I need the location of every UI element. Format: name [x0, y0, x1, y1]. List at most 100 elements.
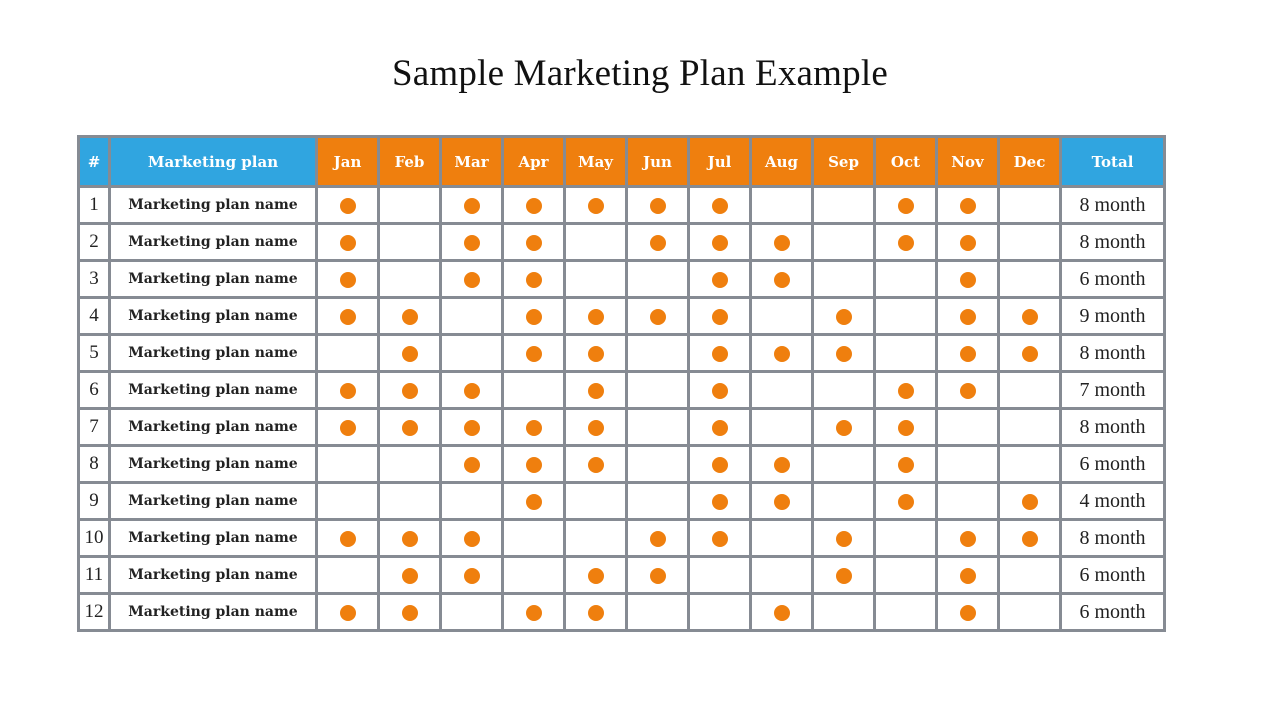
month-cell-may — [563, 296, 628, 336]
month-cell-may — [563, 444, 628, 484]
month-cell-may — [563, 333, 628, 373]
row-number: 2 — [77, 222, 111, 262]
month-cell-jan — [315, 222, 380, 262]
month-cell-feb — [377, 333, 442, 373]
active-dot-icon — [587, 346, 604, 362]
active-dot-icon — [897, 420, 914, 436]
month-cell-aug — [749, 222, 814, 262]
active-dot-icon — [463, 420, 480, 436]
active-dot-icon — [959, 198, 976, 214]
month-cell-jan — [315, 592, 380, 632]
month-cell-may — [563, 407, 628, 447]
month-cell-nov — [935, 333, 1000, 373]
active-dot-icon — [711, 494, 728, 510]
month-cell-jun — [625, 333, 690, 373]
active-dot-icon — [835, 309, 852, 325]
month-cell-feb — [377, 296, 442, 336]
month-cell-jun — [625, 185, 690, 225]
active-dot-icon — [339, 531, 356, 547]
month-cell-may — [563, 185, 628, 225]
header-total: Total — [1059, 135, 1166, 188]
month-cell-jul — [687, 333, 752, 373]
month-cell-apr — [501, 481, 566, 521]
active-dot-icon — [649, 198, 666, 214]
active-dot-icon — [339, 383, 356, 399]
active-dot-icon — [773, 272, 790, 288]
month-cell-jun — [625, 481, 690, 521]
active-dot-icon — [339, 420, 356, 436]
month-cell-mar — [439, 592, 504, 632]
table-row: 2 Marketing plan name 8 month — [77, 222, 1166, 262]
active-dot-icon — [587, 420, 604, 436]
month-cell-feb — [377, 222, 442, 262]
month-cell-mar — [439, 259, 504, 299]
month-cell-sep — [811, 407, 876, 447]
month-cell-may — [563, 518, 628, 558]
month-cell-nov — [935, 481, 1000, 521]
active-dot-icon — [1021, 531, 1038, 547]
table-row: 9 Marketing plan name 4 month — [77, 481, 1166, 521]
month-cell-jun — [625, 555, 690, 595]
month-cell-aug — [749, 185, 814, 225]
month-cell-jun — [625, 592, 690, 632]
month-cell-oct — [873, 222, 938, 262]
month-cell-may — [563, 592, 628, 632]
active-dot-icon — [587, 383, 604, 399]
table-row: 11 Marketing plan name 6 month — [77, 555, 1166, 595]
row-total: 8 month — [1059, 185, 1166, 225]
active-dot-icon — [401, 309, 418, 325]
header-marketing-plan: Marketing plan — [108, 135, 318, 188]
month-cell-jul — [687, 259, 752, 299]
header-month-jul: Jul — [687, 135, 752, 188]
month-cell-feb — [377, 555, 442, 595]
month-cell-may — [563, 370, 628, 410]
header-month-may: May — [563, 135, 628, 188]
month-cell-apr — [501, 370, 566, 410]
month-cell-apr — [501, 259, 566, 299]
month-cell-aug — [749, 370, 814, 410]
month-cell-jun — [625, 296, 690, 336]
active-dot-icon — [1021, 309, 1038, 325]
active-dot-icon — [773, 235, 790, 251]
active-dot-icon — [587, 198, 604, 214]
active-dot-icon — [339, 605, 356, 621]
active-dot-icon — [835, 420, 852, 436]
month-cell-jun — [625, 407, 690, 447]
active-dot-icon — [835, 346, 852, 362]
row-total: 8 month — [1059, 222, 1166, 262]
row-total: 7 month — [1059, 370, 1166, 410]
month-cell-dec — [997, 222, 1062, 262]
plan-name: Marketing plan name — [108, 222, 318, 262]
month-cell-jan — [315, 444, 380, 484]
month-cell-oct — [873, 333, 938, 373]
month-cell-jul — [687, 185, 752, 225]
month-cell-dec — [997, 444, 1062, 484]
active-dot-icon — [711, 198, 728, 214]
month-cell-may — [563, 259, 628, 299]
header-month-feb: Feb — [377, 135, 442, 188]
month-cell-aug — [749, 259, 814, 299]
active-dot-icon — [525, 235, 542, 251]
month-cell-sep — [811, 592, 876, 632]
month-cell-dec — [997, 370, 1062, 410]
month-cell-oct — [873, 481, 938, 521]
month-cell-jan — [315, 370, 380, 410]
plan-name: Marketing plan name — [108, 259, 318, 299]
row-number: 8 — [77, 444, 111, 484]
plan-name: Marketing plan name — [108, 370, 318, 410]
month-cell-sep — [811, 222, 876, 262]
active-dot-icon — [897, 198, 914, 214]
plan-name: Marketing plan name — [108, 481, 318, 521]
table-row: 3 Marketing plan name 6 month — [77, 259, 1166, 299]
active-dot-icon — [401, 420, 418, 436]
month-cell-mar — [439, 481, 504, 521]
month-cell-oct — [873, 555, 938, 595]
month-cell-jul — [687, 555, 752, 595]
header-number: # — [77, 135, 111, 188]
active-dot-icon — [897, 235, 914, 251]
month-cell-oct — [873, 185, 938, 225]
active-dot-icon — [525, 420, 542, 436]
active-dot-icon — [525, 457, 542, 473]
active-dot-icon — [339, 272, 356, 288]
month-cell-dec — [997, 518, 1062, 558]
